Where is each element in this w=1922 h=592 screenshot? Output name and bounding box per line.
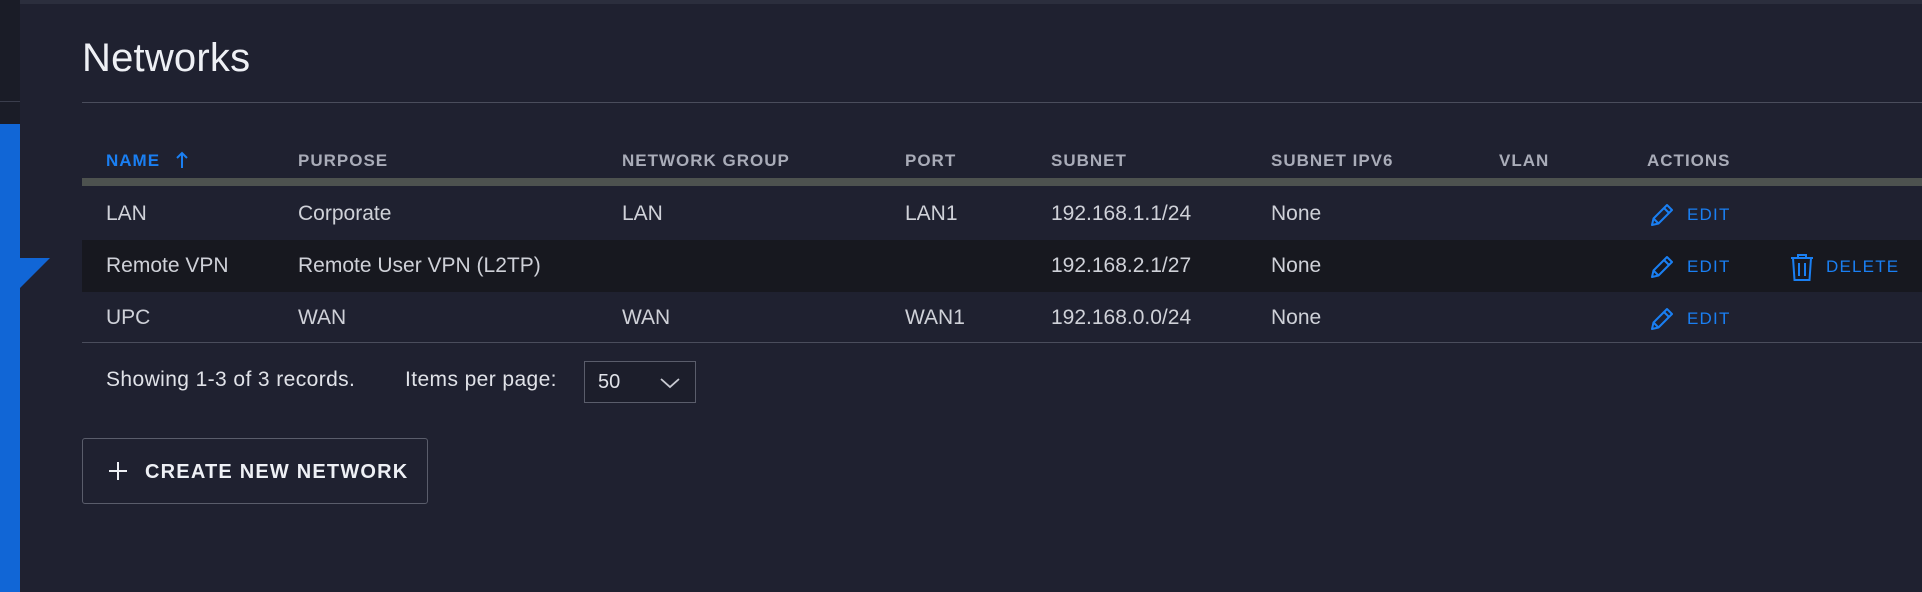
pencil-icon xyxy=(1651,308,1673,330)
cell-network-group: WAN xyxy=(622,306,671,329)
items-per-page-value: 50 xyxy=(598,371,621,393)
create-new-network-label: CREATE NEW NETWORK xyxy=(145,461,409,483)
delete-button[interactable]: DELETE xyxy=(1788,252,1899,282)
column-header-network-group[interactable]: NETWORK GROUP xyxy=(622,151,790,171)
table-row[interactable]: LAN Corporate LAN LAN1 192.168.1.1/24 No… xyxy=(82,188,1922,240)
table-header-rule xyxy=(82,178,1922,186)
column-header-subnet-ipv6[interactable]: SUBNET IPV6 xyxy=(1271,151,1393,171)
cell-name: LAN xyxy=(106,202,147,225)
cell-subnet-ipv6: None xyxy=(1271,306,1322,329)
cell-name: UPC xyxy=(106,306,151,329)
cell-subnet: 192.168.1.1/24 xyxy=(1051,202,1192,225)
cell-subnet-ipv6: None xyxy=(1271,254,1322,277)
items-per-page-label: Items per page: xyxy=(405,368,557,391)
items-per-page-select[interactable]: 50 xyxy=(584,361,696,403)
cell-subnet: 192.168.2.1/27 xyxy=(1051,254,1192,277)
edit-button-label: EDIT xyxy=(1687,257,1731,276)
records-summary: Showing 1-3 of 3 records. xyxy=(106,368,356,391)
table-row[interactable]: UPC WAN WAN WAN1 192.168.0.0/24 None EDI… xyxy=(82,292,1922,344)
table-row[interactable]: Remote VPN Remote User VPN (L2TP) 192.16… xyxy=(82,240,1922,292)
left-nav-active-indicator[interactable] xyxy=(0,124,20,592)
column-header-port[interactable]: PORT xyxy=(905,151,956,171)
delete-button-label: DELETE xyxy=(1826,257,1900,276)
column-header-vlan[interactable]: VLAN xyxy=(1499,151,1549,171)
cell-subnet-ipv6: None xyxy=(1271,202,1322,225)
top-strip xyxy=(0,0,1922,4)
sort-ascending-icon[interactable] xyxy=(174,150,190,170)
pencil-icon xyxy=(1651,204,1673,226)
left-nav-active-pointer xyxy=(20,258,50,288)
trash-icon xyxy=(1791,254,1813,281)
left-nav-divider xyxy=(0,101,20,102)
create-new-network-button[interactable]: CREATE NEW NETWORK xyxy=(82,438,428,504)
cell-purpose: WAN xyxy=(298,306,347,329)
title-divider xyxy=(82,102,1922,103)
edit-button-label: EDIT xyxy=(1687,309,1731,328)
cell-port: LAN1 xyxy=(905,202,958,225)
cell-port: WAN1 xyxy=(905,306,965,329)
table-bottom-divider xyxy=(82,342,1922,343)
edit-button[interactable]: EDIT xyxy=(1647,200,1731,230)
plus-icon xyxy=(109,462,127,480)
chevron-down-icon xyxy=(660,378,680,389)
edit-button[interactable]: EDIT xyxy=(1647,252,1731,282)
cell-network-group: LAN xyxy=(622,202,663,225)
edit-button-label: EDIT xyxy=(1687,205,1731,224)
cell-purpose: Corporate xyxy=(298,202,392,225)
cell-purpose: Remote User VPN (L2TP) xyxy=(298,254,541,277)
page-title: Networks xyxy=(82,36,251,80)
edit-button[interactable]: EDIT xyxy=(1647,304,1731,334)
column-header-subnet[interactable]: SUBNET xyxy=(1051,151,1127,171)
cell-name: Remote VPN xyxy=(106,254,229,277)
pencil-icon xyxy=(1651,256,1673,278)
cell-subnet: 192.168.0.0/24 xyxy=(1051,306,1192,329)
column-header-actions: ACTIONS xyxy=(1647,151,1731,170)
column-header-name[interactable]: NAME xyxy=(106,151,160,171)
column-header-purpose[interactable]: PURPOSE xyxy=(298,151,388,171)
